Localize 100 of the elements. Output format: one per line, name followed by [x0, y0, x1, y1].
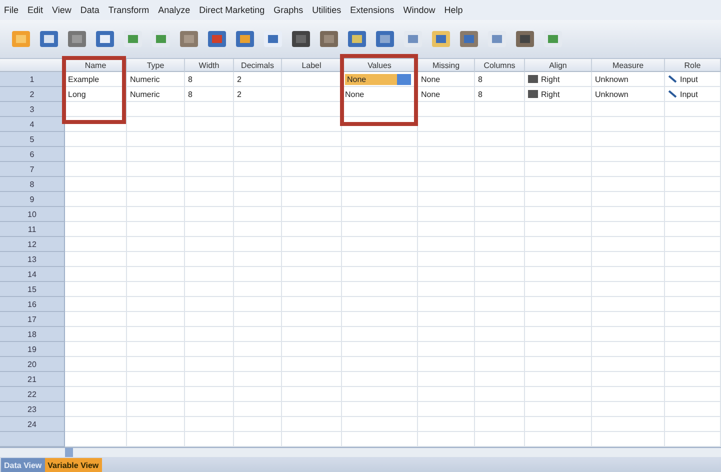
table-cell	[185, 252, 234, 267]
column-header[interactable]: Label	[282, 59, 342, 72]
row-number[interactable]: 17	[0, 312, 65, 327]
table-cell	[185, 147, 234, 162]
table-cell	[475, 282, 525, 297]
row-number[interactable]: 15	[0, 282, 65, 297]
menu-item[interactable]: Graphs	[274, 5, 304, 15]
menu-item[interactable]: Data	[80, 5, 100, 15]
table-cell	[234, 147, 282, 162]
table-cell	[665, 177, 721, 192]
table-cell	[282, 222, 342, 237]
table-cell	[665, 417, 721, 432]
table-cell	[234, 177, 282, 192]
table-cell	[127, 417, 185, 432]
table-cell	[65, 177, 127, 192]
row-number[interactable]: 2	[0, 87, 65, 102]
table-cell	[127, 177, 185, 192]
menu-item[interactable]: Direct Marketing	[199, 5, 265, 15]
menu-item[interactable]: Utilities	[312, 5, 342, 15]
row-number[interactable]: 19	[0, 342, 65, 357]
table-cell: Unknown	[592, 72, 665, 87]
ellipsis-button[interactable]	[397, 74, 411, 84]
table-cell: Long	[65, 87, 127, 102]
row-number[interactable]: 9	[0, 192, 65, 207]
table-cell	[475, 297, 525, 312]
column-header[interactable]: Decimals	[234, 59, 282, 72]
row-number[interactable]: 21	[0, 372, 65, 387]
table-cell	[475, 387, 525, 402]
row-number[interactable]: 4	[0, 117, 65, 132]
row-number[interactable]: 10	[0, 207, 65, 222]
table-cell	[418, 357, 475, 372]
table-cell	[475, 207, 525, 222]
table-cell	[282, 417, 342, 432]
table-cell: Numeric	[127, 72, 185, 87]
table-cell: 8	[185, 72, 234, 87]
table-cell: Input	[680, 90, 698, 98]
menu-item[interactable]: Transform	[108, 5, 150, 15]
row-number[interactable]: 24	[0, 417, 65, 432]
row-number[interactable]: 20	[0, 357, 65, 372]
values-field[interactable]: None	[345, 74, 411, 84]
row-number[interactable]: 23	[0, 402, 65, 417]
table-cell: Unknown	[592, 87, 665, 102]
table-cell	[525, 252, 592, 267]
row-number[interactable]: 1	[0, 72, 65, 87]
table-cell	[65, 282, 127, 297]
menu-item[interactable]: File	[4, 5, 19, 15]
row-number[interactable]: 3	[0, 102, 65, 117]
table-cell	[665, 192, 721, 207]
row-number[interactable]: 12	[0, 237, 65, 252]
row-number[interactable]: 13	[0, 252, 65, 267]
column-header[interactable]: Type	[127, 59, 185, 72]
row-number[interactable]: 22	[0, 387, 65, 402]
row-number[interactable]: 5	[0, 132, 65, 147]
row-number[interactable]: 16	[0, 297, 65, 312]
table-cell	[185, 177, 234, 192]
row-number[interactable]: 11	[0, 222, 65, 237]
table-cell	[234, 162, 282, 177]
table-cell	[234, 117, 282, 132]
menu-item[interactable]: Analyze	[158, 5, 190, 15]
column-header[interactable]: Role	[665, 59, 721, 72]
table-cell	[665, 357, 721, 372]
row-number[interactable]: 8	[0, 177, 65, 192]
row-number[interactable]: 6	[0, 147, 65, 162]
menu-item[interactable]: Window	[403, 5, 436, 15]
table-cell	[185, 402, 234, 417]
menu-item[interactable]: Extensions	[350, 5, 394, 15]
table-cell	[127, 147, 185, 162]
table-cell	[282, 177, 342, 192]
column-header[interactable]: Measure	[592, 59, 665, 72]
table-cell	[665, 147, 721, 162]
table-cell: None	[418, 87, 475, 102]
table-cell	[525, 162, 592, 177]
table-cell	[525, 297, 592, 312]
row-number[interactable]: 18	[0, 327, 65, 342]
table-cell: 8	[475, 87, 525, 102]
table-cell	[475, 162, 525, 177]
table-cell	[234, 237, 282, 252]
column-header[interactable]: Missing	[418, 59, 475, 72]
row-number[interactable]: 7	[0, 162, 65, 177]
table-cell	[65, 372, 127, 387]
table-cell	[185, 357, 234, 372]
table-cell	[127, 327, 185, 342]
row-number[interactable]: 14	[0, 267, 65, 282]
table-cell	[282, 207, 342, 222]
table-cell: Input	[680, 74, 698, 84]
table-cell	[475, 267, 525, 282]
menu-item[interactable]: Edit	[28, 5, 44, 15]
menu-item[interactable]: View	[52, 5, 72, 15]
table-cell	[65, 342, 127, 357]
table-cell	[475, 237, 525, 252]
table-cell	[665, 222, 721, 237]
table-cell	[418, 207, 475, 222]
column-header[interactable]: Columns	[475, 59, 525, 72]
column-header[interactable]: Width	[185, 59, 234, 72]
table-cell	[665, 402, 721, 417]
menu-item[interactable]: Help	[444, 5, 463, 15]
column-header[interactable]: Align	[525, 59, 592, 72]
view-tab[interactable]: Variable View	[44, 458, 102, 472]
table-cell	[234, 102, 282, 117]
table-cell	[525, 237, 592, 252]
